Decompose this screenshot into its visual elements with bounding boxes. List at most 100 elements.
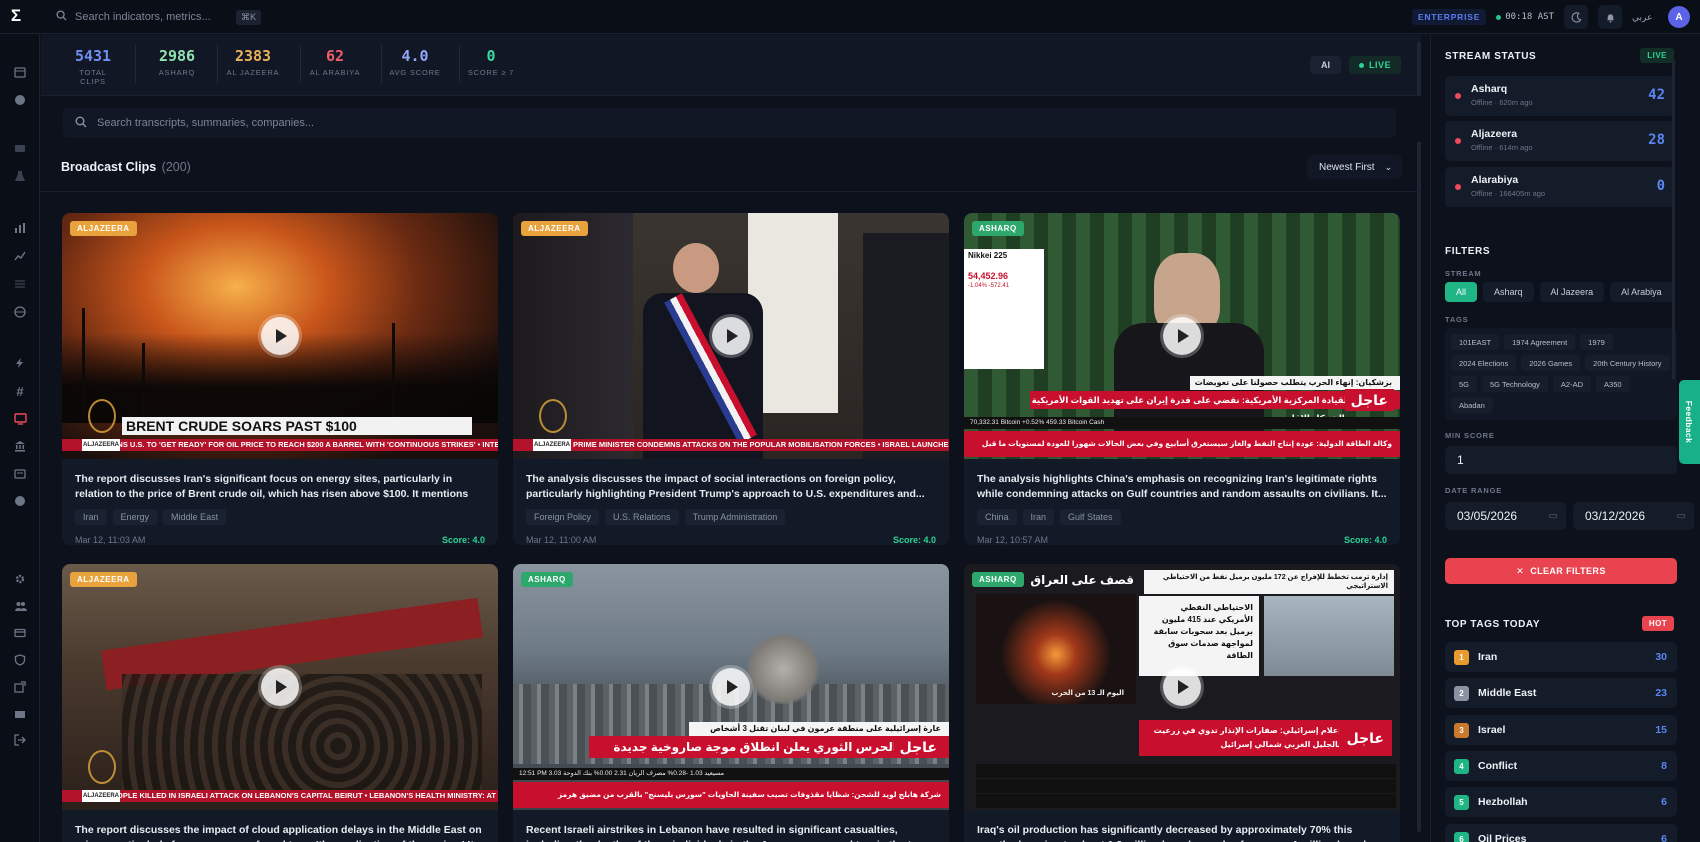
stream-card-alarabiya[interactable]: Alarabiya Offline · 166405m ago 0 — [1445, 167, 1675, 207]
tag-chip[interactable]: Abadan — [1451, 397, 1493, 413]
tag-chip[interactable]: 1979 — [1580, 334, 1613, 350]
tag-chip[interactable]: 5G — [1451, 376, 1478, 392]
clip-card[interactable]: قصف على العراق إدارة ترمب تخطط للإفراج ع… — [964, 564, 1400, 842]
clip-tag[interactable]: Iran — [75, 509, 107, 525]
theme-toggle-moon-icon[interactable] — [1564, 5, 1588, 29]
clip-card[interactable]: غارة إسرائيلية على منطقة عرمون في لبنان … — [513, 564, 949, 842]
tv-broadcast-icon[interactable] — [12, 411, 28, 427]
clip-thumbnail[interactable]: غارة إسرائيلية على منطقة عرمون في لبنان … — [513, 564, 949, 810]
stream-chip-al-arabiya[interactable]: Al Arabiya — [1610, 282, 1673, 302]
clip-card[interactable]: ALJAZEERA ALJAZEERA QI PRIME MINISTER CO… — [513, 213, 949, 545]
top-tag-row[interactable]: 6 Oil Prices 6 — [1445, 824, 1677, 842]
clip-thumbnail[interactable]: ALJAZEERA BRENT CRUDE SOARS PAST $100 AL… — [62, 213, 498, 459]
clip-tag[interactable]: Gulf States — [1060, 509, 1121, 525]
right-panel-scrollbar[interactable] — [1672, 60, 1675, 380]
top-tag-row[interactable]: 2 Middle East 23 — [1445, 678, 1677, 708]
tag-rank: 6 — [1454, 832, 1469, 842]
tag-chip[interactable]: 2024 Elections — [1451, 355, 1517, 371]
transcript-search-input[interactable] — [97, 117, 1297, 129]
top-tag-row[interactable]: 3 Israel 15 — [1445, 715, 1677, 745]
top-tag-row[interactable]: 4 Conflict 8 — [1445, 751, 1677, 781]
clip-tag[interactable]: Iran — [1022, 509, 1055, 525]
clip-tag[interactable]: Foreign Policy — [526, 509, 600, 525]
lightning-icon[interactable] — [12, 355, 28, 371]
source-badge: ASHARQ — [972, 572, 1024, 587]
flask-icon[interactable] — [12, 168, 28, 184]
stream-card-asharq[interactable]: Asharq Offline · 620m ago 42 — [1445, 76, 1675, 116]
shield-icon[interactable] — [12, 652, 28, 668]
tag-chip[interactable]: 101EAST — [1451, 334, 1500, 350]
stream-card-aljazeera[interactable]: Aljazeera Offline · 614m ago 28 — [1445, 121, 1675, 161]
min-score-input[interactable]: 1 — [1445, 446, 1677, 474]
play-button-icon[interactable] — [1163, 668, 1201, 706]
calendar-icon[interactable]: ▭ — [1677, 511, 1686, 522]
tag-chip[interactable]: 20th Century History — [1585, 355, 1670, 371]
earth-icon[interactable] — [12, 493, 28, 509]
play-button-icon[interactable] — [1163, 317, 1201, 355]
feedback-tab[interactable]: Feedback — [1679, 380, 1700, 464]
clip-tag[interactable]: Trump Administration — [684, 509, 786, 525]
settings-gear-icon[interactable] — [12, 571, 28, 587]
newspaper-icon[interactable] — [12, 466, 28, 482]
transcript-search[interactable] — [63, 108, 1396, 138]
clip-thumbnail[interactable]: قصف على العراق إدارة ترمب تخطط للإفراج ع… — [964, 564, 1400, 810]
play-button-icon[interactable] — [261, 317, 299, 355]
globe-icon[interactable] — [12, 92, 28, 108]
app-logo[interactable]: Σ — [8, 7, 24, 25]
clip-tag[interactable]: U.S. Relations — [605, 509, 679, 525]
clip-card[interactable]: ALJAZEERA BRENT CRUDE SOARS PAST $100 AL… — [62, 213, 498, 545]
ai-mode-toggle[interactable]: AI — [1310, 56, 1341, 74]
top-tag-row[interactable]: 5 Hezbollah 6 — [1445, 787, 1677, 817]
tag-chip[interactable]: 1974 Agreement — [1504, 334, 1576, 350]
stream-filter-label: STREAM — [1445, 269, 1482, 278]
tag-chip[interactable]: 5G Technology — [1482, 376, 1548, 392]
clip-tag[interactable]: Energy — [112, 509, 158, 525]
clip-tag[interactable]: China — [977, 509, 1017, 525]
clip-thumbnail[interactable]: ALJAZEERA ALJAZEERA QI PRIME MINISTER CO… — [513, 213, 949, 459]
play-button-icon[interactable] — [261, 668, 299, 706]
clip-card[interactable]: ALJAZEERA ALJAZEERA EOPLE KILLED IN ISRA… — [62, 564, 498, 842]
bank-icon[interactable] — [12, 438, 28, 454]
clip-card[interactable]: Nikkei 225 54,452.96 -1.04% -572.41 بزشك… — [964, 213, 1400, 545]
clear-filters-button[interactable]: ✕ CLEAR FILTERS — [1445, 558, 1677, 584]
briefcase-icon[interactable] — [12, 140, 28, 156]
world-icon[interactable] — [12, 304, 28, 320]
clip-thumbnail[interactable]: ALJAZEERA ALJAZEERA EOPLE KILLED IN ISRA… — [62, 564, 498, 810]
top-tag-row[interactable]: 1 Iran 30 — [1445, 642, 1677, 672]
stream-chip-all[interactable]: All — [1445, 282, 1478, 302]
stat-label: ASHARQ — [158, 68, 196, 77]
credit-card-icon[interactable] — [12, 625, 28, 641]
stream-chip-al-jazeera[interactable]: Al Jazeera — [1539, 282, 1605, 302]
sort-dropdown[interactable]: Newest First ⌄ — [1307, 155, 1402, 179]
tag-chip[interactable]: A2-AD — [1552, 376, 1592, 392]
clip-thumbnail[interactable]: Nikkei 225 54,452.96 -1.04% -572.41 بزشك… — [964, 213, 1400, 459]
stat-label: TOTAL CLIPS — [79, 68, 107, 86]
external-link-icon[interactable] — [12, 679, 28, 695]
date-to-input[interactable]: 03/12/2026 ▭ — [1573, 502, 1694, 530]
play-button-icon[interactable] — [712, 317, 750, 355]
calendar-icon[interactable] — [12, 64, 28, 80]
clip-tag[interactable]: Middle East — [163, 509, 227, 525]
date-from-input[interactable]: 03/05/2026 ▭ — [1445, 502, 1566, 530]
global-search-placeholder[interactable]: Search indicators, metrics... — [75, 11, 211, 23]
tag-chip[interactable]: A350 — [1596, 376, 1630, 392]
hashtag-icon[interactable]: # — [12, 383, 28, 399]
bar-chart-icon[interactable] — [12, 220, 28, 236]
play-button-icon[interactable] — [712, 668, 750, 706]
user-avatar[interactable]: A — [1668, 6, 1690, 28]
line-chart-icon[interactable] — [12, 248, 28, 264]
list-icon[interactable] — [12, 276, 28, 292]
notifications-bell-icon[interactable] — [1598, 5, 1622, 29]
calendar-icon[interactable]: ▭ — [1549, 511, 1558, 522]
gift-icon[interactable] — [12, 705, 28, 721]
logout-icon[interactable] — [12, 732, 28, 748]
users-icon[interactable] — [12, 598, 28, 614]
stream-chip-asharq[interactable]: Asharq — [1483, 282, 1534, 302]
offline-dot — [1455, 138, 1461, 144]
stat-value: 0 — [486, 47, 496, 65]
scene-pole — [142, 343, 145, 423]
tag-chip[interactable]: 2026 Games — [1521, 355, 1581, 371]
language-toggle[interactable]: عربي — [1632, 12, 1658, 23]
live-mode-toggle[interactable]: LIVE — [1349, 56, 1402, 74]
global-search[interactable]: Search indicators, metrics... ⌘K — [56, 6, 261, 28]
